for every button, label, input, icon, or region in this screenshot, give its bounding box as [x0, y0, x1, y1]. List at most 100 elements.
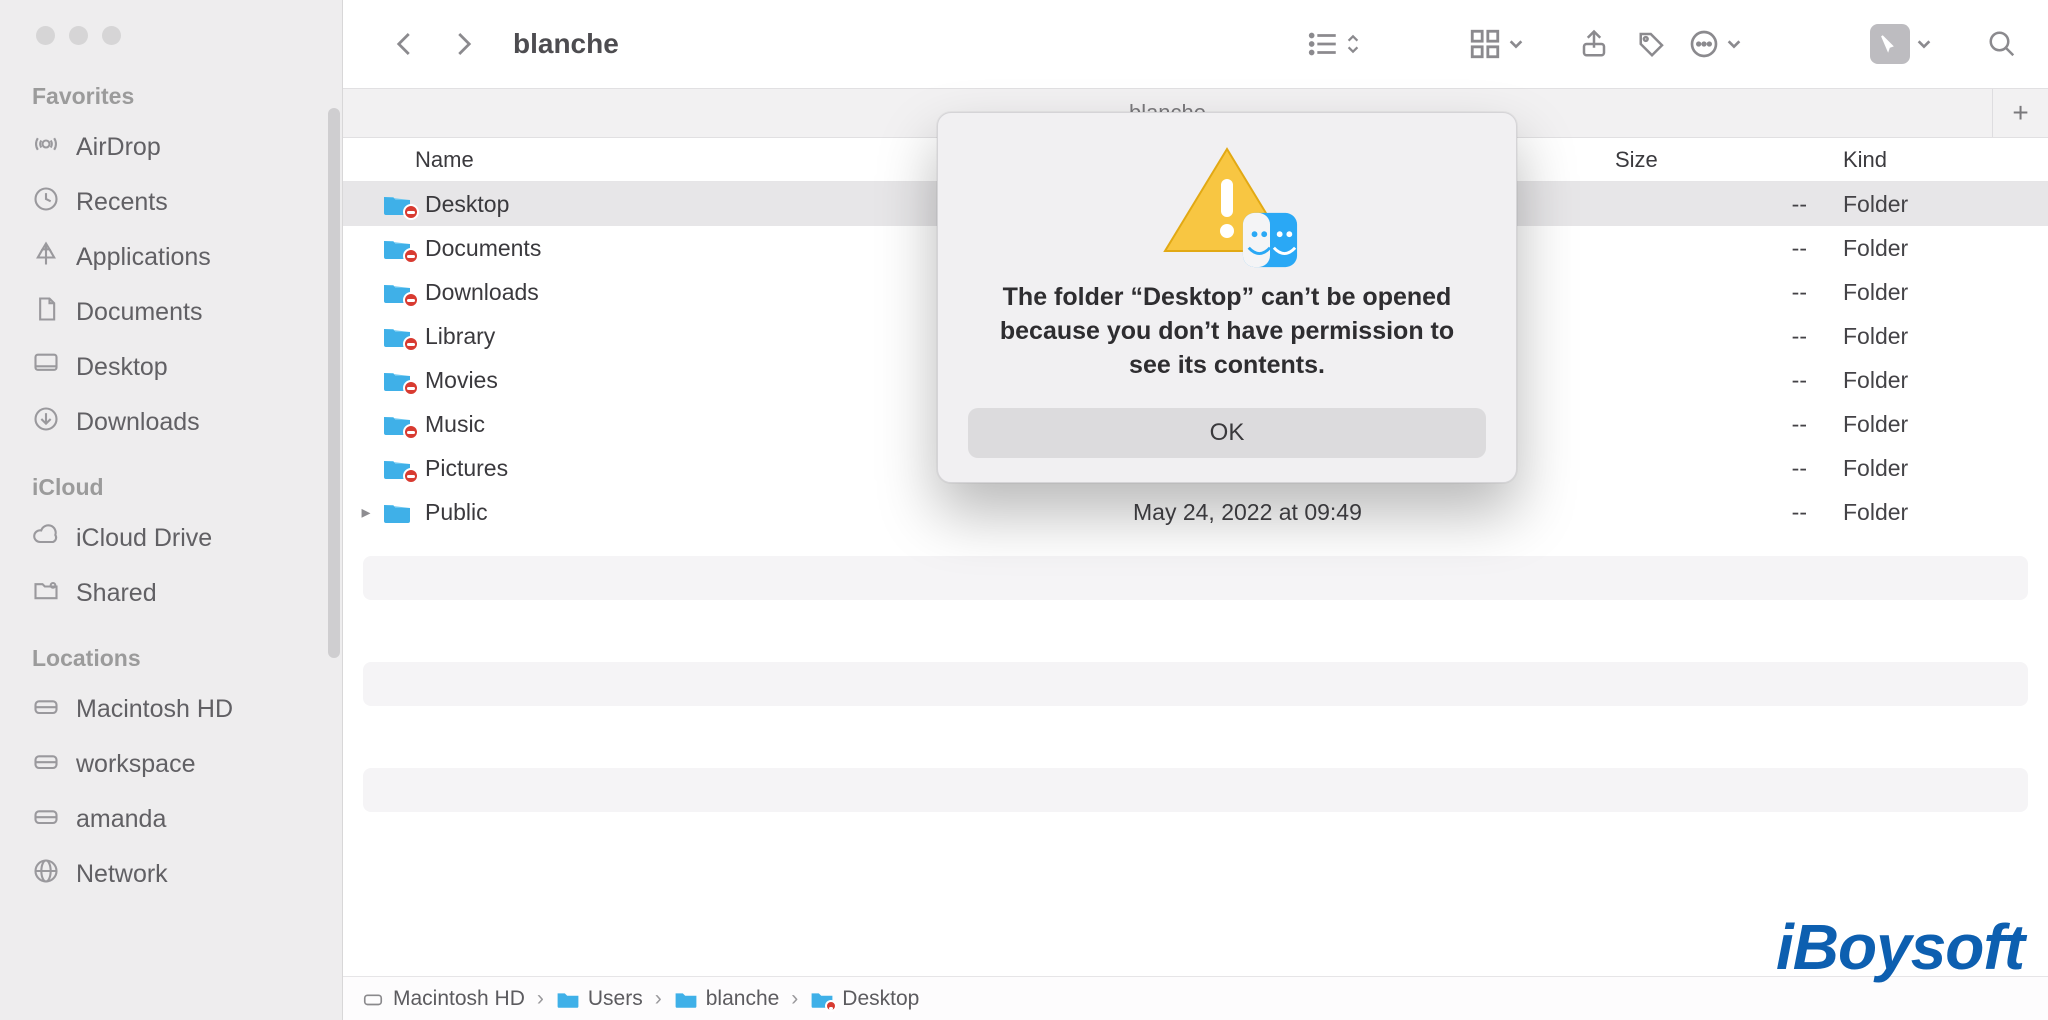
main-content: blanche — [343, 0, 2048, 1020]
file-kind: Folder — [1837, 455, 2048, 482]
preview-button[interactable] — [1870, 24, 1932, 64]
network-icon — [32, 857, 60, 892]
tags-button[interactable] — [1630, 22, 1674, 66]
empty-row — [363, 768, 2028, 812]
sidebar-item-amanda[interactable]: amanda — [0, 792, 342, 847]
sidebar-item-shared[interactable]: Shared — [0, 566, 342, 621]
path-separator-icon: › — [653, 987, 664, 1011]
no-entry-badge-icon — [403, 336, 419, 352]
close-window-button[interactable] — [36, 26, 55, 45]
sidebar-item-airdrop[interactable]: AirDrop — [0, 120, 342, 175]
sidebar-item-icloud-drive[interactable]: iCloud Drive — [0, 511, 342, 566]
file-kind: Folder — [1837, 191, 2048, 218]
path-segment[interactable]: Macintosh HD — [361, 987, 525, 1011]
document-icon — [32, 295, 60, 330]
back-button[interactable] — [383, 22, 427, 66]
sidebar: Favorites AirDrop Recents Applications Docu… — [0, 0, 343, 1020]
path-label: Macintosh HD — [393, 987, 525, 1011]
no-entry-badge-icon — [403, 292, 419, 308]
path-segment[interactable]: Desktop — [810, 987, 919, 1011]
window-title: blanche — [513, 28, 619, 60]
minimize-window-button[interactable] — [69, 26, 88, 45]
sidebar-item-label: Applications — [76, 243, 211, 272]
sidebar-item-network[interactable]: Network — [0, 847, 342, 902]
sidebar-section-icloud: iCloud — [0, 468, 342, 511]
disclosure-triangle-icon[interactable]: ▸ — [353, 502, 379, 523]
column-size[interactable]: Size — [1615, 147, 1837, 173]
permission-dialog: The folder “Desktop” can’t be opened bec… — [937, 112, 1517, 483]
file-size: -- — [1615, 411, 1837, 438]
dialog-message: The folder “Desktop” can’t be opened bec… — [968, 281, 1486, 382]
apps-icon — [32, 240, 60, 275]
no-entry-badge-icon — [403, 248, 419, 264]
empty-row — [363, 662, 2028, 706]
path-segment[interactable]: blanche — [674, 987, 780, 1011]
file-name: Desktop — [415, 191, 509, 218]
file-kind: Folder — [1837, 323, 2048, 350]
no-entry-badge-icon — [403, 380, 419, 396]
shared-folder-icon — [32, 576, 60, 611]
folder-icon — [379, 280, 415, 304]
sidebar-section-locations: Locations — [0, 639, 342, 682]
sidebar-item-applications[interactable]: Applications — [0, 230, 342, 285]
file-kind: Folder — [1837, 367, 2048, 394]
download-icon — [32, 405, 60, 440]
file-size: -- — [1615, 279, 1837, 306]
watermark-logo: iBoysoft — [1776, 910, 2024, 984]
file-size: -- — [1615, 367, 1837, 394]
view-list-button[interactable] — [1306, 27, 1360, 61]
column-kind[interactable]: Kind — [1837, 147, 2048, 173]
forward-button[interactable] — [441, 22, 485, 66]
sidebar-item-recents[interactable]: Recents — [0, 175, 342, 230]
disk-icon — [32, 747, 60, 782]
folder-icon — [379, 236, 415, 260]
sidebar-item-label: Documents — [76, 298, 202, 327]
no-entry-badge-icon — [403, 424, 419, 440]
sidebar-item-downloads[interactable]: Downloads — [0, 395, 342, 450]
zoom-window-button[interactable] — [102, 26, 121, 45]
file-kind: Folder — [1837, 411, 2048, 438]
sidebar-item-label: Shared — [76, 579, 157, 608]
sidebar-item-label: workspace — [76, 750, 196, 779]
path-label: blanche — [706, 987, 780, 1011]
file-name: Music — [415, 411, 485, 438]
path-separator-icon: › — [535, 987, 546, 1011]
cloud-icon — [32, 521, 60, 556]
sidebar-item-label: Downloads — [76, 408, 200, 437]
new-tab-button[interactable]: + — [1992, 89, 2048, 137]
sidebar-item-macintosh-hd[interactable]: Macintosh HD — [0, 682, 342, 737]
file-size: -- — [1615, 455, 1837, 482]
file-name: Public — [415, 499, 488, 526]
path-segment[interactable]: Users — [556, 987, 643, 1011]
file-kind: Folder — [1837, 235, 2048, 262]
group-button[interactable] — [1468, 27, 1524, 61]
sidebar-section-favorites: Favorites — [0, 77, 342, 120]
sidebar-scrollbar-thumb[interactable] — [328, 108, 340, 658]
file-size: -- — [1615, 235, 1837, 262]
path-icon — [556, 987, 580, 1011]
folder-icon — [379, 456, 415, 480]
no-entry-badge-icon — [403, 468, 419, 484]
airdrop-icon — [32, 130, 60, 165]
sidebar-item-label: iCloud Drive — [76, 524, 212, 553]
table-row[interactable]: ▸PublicMay 24, 2022 at 09:49--Folder — [343, 490, 2048, 534]
search-button[interactable] — [1980, 22, 2024, 66]
share-button[interactable] — [1572, 22, 1616, 66]
disk-icon — [32, 802, 60, 837]
file-name: Movies — [415, 367, 498, 394]
sidebar-item-workspace[interactable]: workspace — [0, 737, 342, 792]
window-controls — [0, 18, 342, 77]
file-kind: Folder — [1837, 279, 2048, 306]
file-name: Pictures — [415, 455, 508, 482]
desktop-icon — [32, 350, 60, 385]
sidebar-item-label: AirDrop — [76, 133, 161, 162]
sidebar-item-desktop[interactable]: Desktop — [0, 340, 342, 395]
clock-icon — [32, 185, 60, 220]
folder-icon — [379, 500, 415, 524]
actions-button[interactable] — [1688, 28, 1742, 60]
sidebar-item-label: Desktop — [76, 353, 168, 382]
sidebar-item-documents[interactable]: Documents — [0, 285, 342, 340]
empty-row — [363, 556, 2028, 600]
path-icon — [674, 987, 698, 1011]
dialog-ok-button[interactable]: OK — [968, 408, 1486, 458]
